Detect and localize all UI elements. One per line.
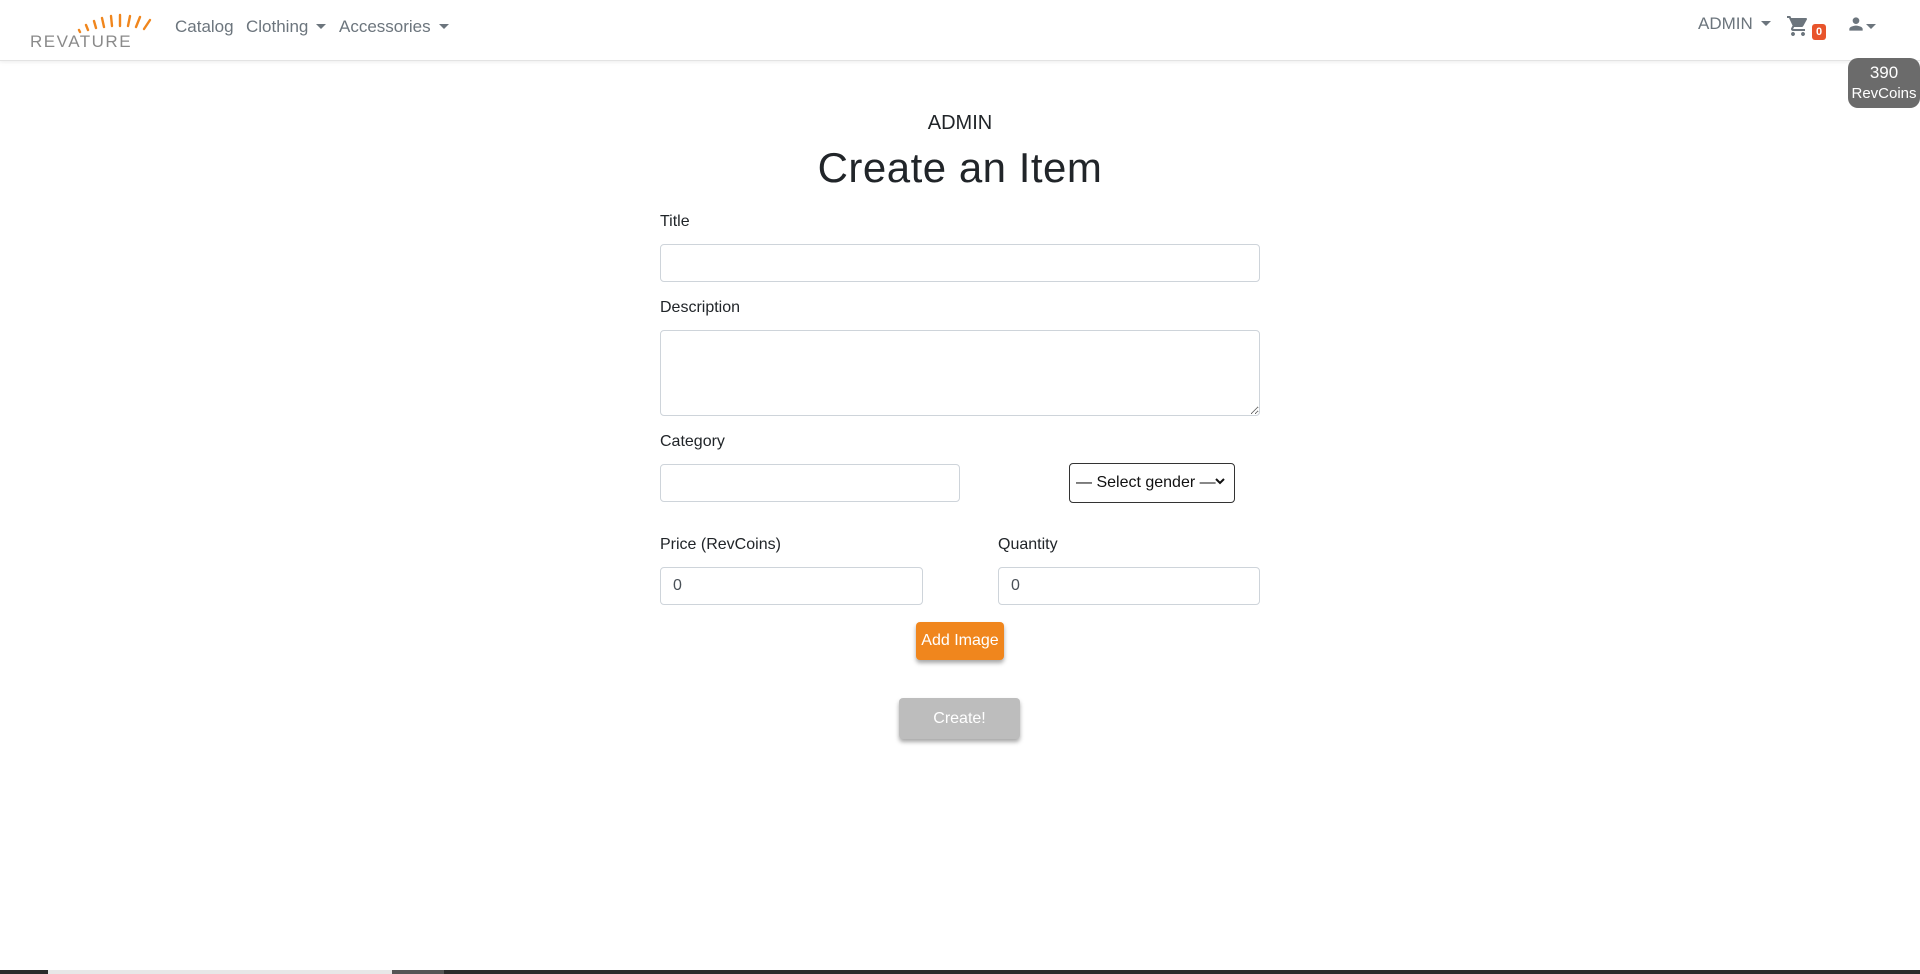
brand-logo[interactable]: REVATURE [30, 8, 152, 52]
title-input[interactable] [660, 244, 1260, 282]
caret-down-icon [1760, 21, 1771, 26]
navbar: REVATURE Catalog Clothing Accessories AD… [0, 0, 1920, 61]
description-textarea[interactable] [660, 330, 1260, 416]
caret-down-icon [316, 24, 327, 29]
sunburst-icon [77, 13, 152, 34]
price-label: Price (RevCoins) [660, 536, 781, 553]
title-label: Title [660, 213, 690, 230]
description-label: Description [660, 299, 741, 316]
user-menu[interactable] [1846, 14, 1886, 38]
revcoins-unit: RevCoins [1851, 85, 1917, 102]
quantity-label: Quantity [998, 536, 1058, 553]
nav-admin-dropdown[interactable]: ADMIN [1698, 14, 1771, 34]
caret-down-icon [1866, 24, 1876, 29]
category-label: Category [660, 433, 725, 450]
nav-catalog[interactable]: Catalog [175, 17, 234, 37]
revcoins-amount: 390 [1869, 63, 1899, 82]
gender-select[interactable]: — Select gender — [1069, 463, 1235, 503]
cart-icon [1787, 16, 1808, 36]
revcoins-balance: 390 RevCoins [1848, 58, 1920, 108]
page-title: Create an Item [817, 144, 1103, 191]
caret-down-icon [438, 24, 449, 29]
nav-clothing-dropdown[interactable]: Clothing [246, 17, 327, 37]
nav-clothing-label: Clothing [246, 17, 309, 36]
nav-accessories-label: Accessories [339, 17, 431, 36]
scrollbar-thumb [392, 970, 444, 974]
nav-accessories-dropdown[interactable]: Accessories [339, 17, 449, 37]
cart-button[interactable]: 0 [1786, 14, 1827, 44]
create-button[interactable]: Create! [899, 698, 1020, 739]
scrollbar-track-segment [48, 970, 392, 974]
page-subheading: ADMIN [927, 112, 993, 134]
bottom-scrollbar[interactable] [0, 970, 1920, 974]
nav-admin-label: ADMIN [1698, 14, 1753, 33]
add-image-button[interactable]: Add Image [916, 622, 1004, 660]
chevron-down-icon [1215, 478, 1225, 485]
cart-count-badge: 0 [1812, 24, 1827, 40]
category-input[interactable] [660, 464, 960, 502]
brand-name: REVATURE [30, 32, 133, 51]
price-input[interactable] [660, 567, 923, 605]
user-icon [1849, 17, 1863, 31]
gender-select-value: — Select gender — [1076, 474, 1216, 491]
quantity-input[interactable] [998, 567, 1260, 605]
